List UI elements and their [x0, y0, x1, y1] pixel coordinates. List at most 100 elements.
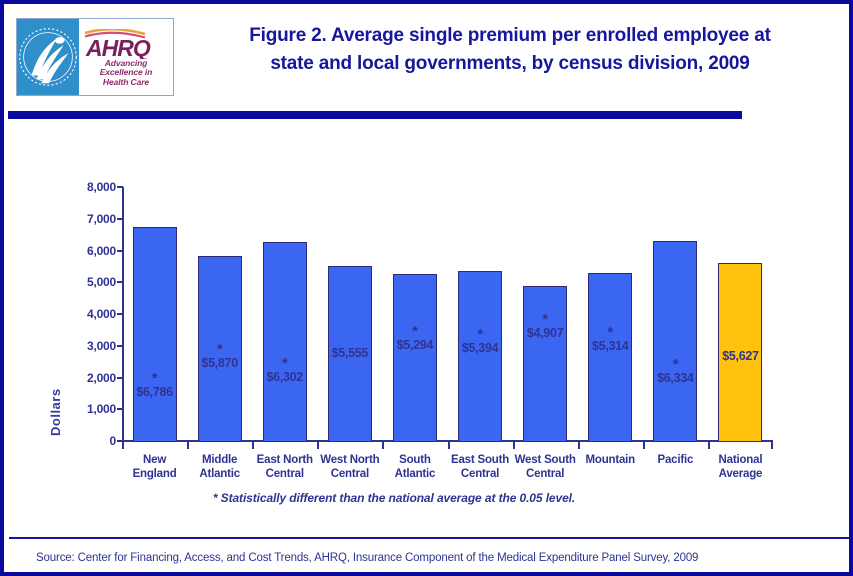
- bar-chart: Dollars 0 1,000 2,000 3,000 4,000 5,000 6,000 7…: [4, 129, 849, 519]
- bar-slot: [187, 187, 252, 442]
- bar-value-text: $5,314: [592, 338, 629, 353]
- y-axis-tick-labels: 0 1,000 2,000 3,000 4,000 5,000 6,000 7,000 8,00…: [68, 129, 116, 519]
- x-axis-category-line: Pacific: [657, 454, 694, 466]
- bar-slot: [252, 187, 317, 442]
- x-axis-tick-mark: [577, 442, 580, 449]
- x-axis-category-line: East North: [256, 454, 313, 466]
- bar-slot: [578, 187, 643, 442]
- x-axis-tick-mark: [771, 442, 773, 449]
- y-axis-tick-label: 3,000: [86, 338, 116, 353]
- x-axis-tick-mark: [642, 442, 645, 449]
- bar-value-text: $6,302: [266, 370, 304, 385]
- figure-page: AHRQ Advancing Excellence in Health Care…: [0, 0, 853, 576]
- y-axis-tick-label: 8,000: [86, 180, 116, 194]
- significance-asterisk: *: [151, 370, 158, 388]
- significance-asterisk: *: [542, 310, 548, 328]
- x-axis-category-label: East North Central: [252, 453, 317, 481]
- bar-east-south-central[interactable]: [458, 270, 503, 442]
- significance-asterisk: *: [412, 323, 418, 341]
- x-axis-tick-mark: [317, 442, 320, 449]
- bar-value-label: * $5,394: [461, 326, 499, 356]
- x-axis-category-line: New: [143, 454, 167, 466]
- bar-east-north-central[interactable]: [262, 241, 307, 442]
- bar-slot: [382, 187, 447, 442]
- x-axis-category-line: Middle: [202, 454, 238, 466]
- bar-value-label: * $4,907: [526, 310, 564, 340]
- ahrq-wordmark-block: AHRQ Advancing Excellence in Health Care: [79, 19, 173, 95]
- bar-slot: [122, 187, 187, 442]
- bar-value-text: $6,334: [657, 371, 694, 386]
- bar-value-text: $5,294: [396, 338, 434, 353]
- x-axis-category-label: West North Central: [317, 453, 382, 481]
- bar-slot: [708, 187, 773, 442]
- bar-value-label: * $6,334: [657, 357, 694, 386]
- significance-footnote: * Statistically different than the natio…: [212, 491, 576, 505]
- x-axis-tick-mark: [252, 442, 255, 449]
- figure-header: AHRQ Advancing Excellence in Health Care…: [10, 10, 847, 104]
- x-axis-category-line: National: [718, 454, 763, 466]
- bar-south-atlantic[interactable]: [392, 273, 437, 442]
- y-axis-tick-label: 4,000: [86, 307, 116, 321]
- x-axis-category-label: East South Central: [448, 453, 513, 481]
- x-axis-category-label: Mountain: [578, 453, 643, 467]
- plot-area: * $6,786 New England * $5,870 Middle Atlantic * $…: [117, 129, 773, 519]
- y-axis-tick-label: 0: [109, 434, 117, 448]
- y-axis-tick-label: 5,000: [86, 275, 116, 290]
- x-axis-category-line: England: [132, 468, 177, 480]
- bar-value-label: * $6,786: [136, 370, 173, 399]
- y-axis-tick-label: 2,000: [86, 370, 116, 385]
- bar-value-label: * $5,294: [396, 323, 434, 353]
- x-axis-category-line: Central: [460, 468, 500, 480]
- source-note: Source: Center for Financing, Access, an…: [36, 552, 699, 564]
- significance-asterisk: *: [281, 355, 288, 373]
- figure-title: Figure 2. Average single premium per enr…: [185, 22, 835, 78]
- bar-value-text: $5,555: [331, 346, 369, 361]
- x-axis-category-label: Middle Atlantic: [187, 453, 252, 481]
- y-axis-tick-label: 7,000: [86, 211, 116, 226]
- significance-asterisk: *: [477, 326, 483, 344]
- bar-value-label: *$5,627: [722, 337, 759, 363]
- x-axis-category-line: South: [399, 454, 431, 466]
- bar-value-text: $5,394: [461, 341, 499, 356]
- x-axis-category-label: National Average: [708, 453, 773, 481]
- x-axis-category-label: South Atlantic: [382, 453, 447, 481]
- bar-mountain[interactable]: [588, 273, 633, 442]
- x-axis-category-label: New England: [122, 453, 187, 481]
- x-axis-category-line: Average: [718, 468, 763, 480]
- significance-asterisk: *: [607, 323, 614, 341]
- y-axis-tick-label: 6,000: [86, 243, 116, 258]
- x-axis-tick-mark: [512, 442, 515, 449]
- bar-pacific[interactable]: [653, 240, 698, 442]
- hhs-seal-icon: [17, 19, 79, 95]
- x-axis-category-line: Central: [330, 468, 369, 480]
- x-axis-category-label: Pacific: [643, 453, 708, 467]
- bar-value-label: * $6,302: [266, 355, 304, 385]
- bar-value-text: $4,907: [526, 325, 564, 340]
- figure-title-line-1: Figure 2. Average single premium per enr…: [249, 25, 771, 46]
- y-axis-tick-label: 1,000: [86, 402, 116, 417]
- x-axis-tick-mark: [447, 442, 450, 449]
- x-axis-tick-mark: [382, 442, 385, 449]
- x-axis-category-line: Atlantic: [199, 468, 240, 480]
- significance-asterisk: *: [216, 341, 223, 359]
- x-axis-tick-mark: [707, 442, 710, 449]
- x-axis-category-line: Mountain: [585, 454, 635, 466]
- bar-new-england[interactable]: [132, 226, 177, 442]
- bar-west-south-central[interactable]: [523, 286, 568, 442]
- x-axis-category-line: Central: [265, 468, 304, 480]
- bar-value-label: * $5,870: [201, 341, 238, 371]
- header-divider-rule: [8, 111, 742, 119]
- figure-title-line-2: state and local governments, by census d…: [270, 53, 750, 74]
- x-axis-category-line: West North: [320, 454, 380, 466]
- y-axis-title-text: Dollars: [48, 388, 63, 436]
- x-axis-category-label: West South Central: [513, 453, 578, 481]
- x-axis-category-line: Central: [526, 468, 565, 480]
- bar-value-text: $5,870: [201, 356, 238, 371]
- bar-value-label: *$5,555: [331, 334, 369, 361]
- ahrq-tagline-3: Health Care: [102, 76, 150, 87]
- x-axis-tick-mark: [187, 442, 190, 449]
- source-divider-rule: [9, 537, 849, 539]
- x-axis-tick-mark: [122, 442, 124, 449]
- ahrq-hhs-logo: AHRQ Advancing Excellence in Health Care: [16, 18, 174, 96]
- svg-text:AHRQ: AHRQ: [85, 35, 151, 59]
